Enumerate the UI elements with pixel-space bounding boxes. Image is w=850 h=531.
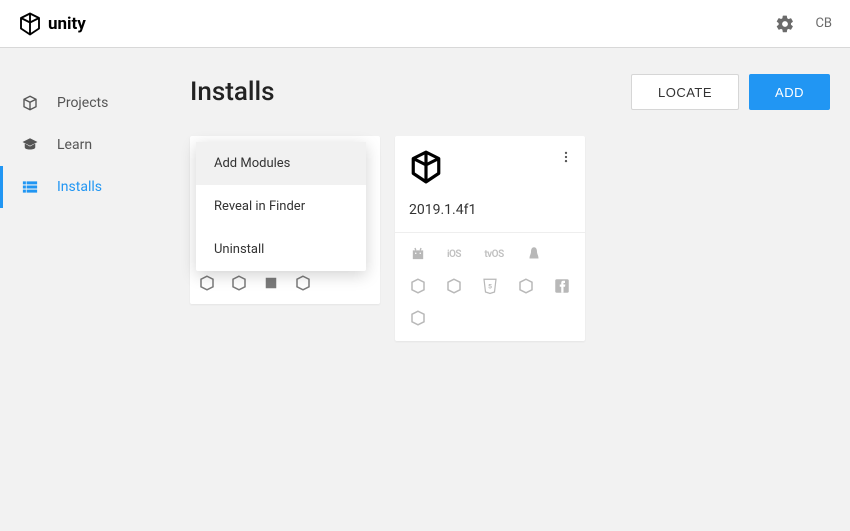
menu-add-modules[interactable]: Add Modules (196, 142, 366, 185)
android-icon (409, 245, 427, 263)
ios-icon: iOS (445, 245, 463, 263)
unity-cube-icon (18, 12, 42, 36)
platform-row: iOS tvOS 5 (395, 233, 585, 341)
page-title: Installs (190, 77, 275, 107)
sidebar: Projects Learn Installs (0, 48, 180, 531)
platform-icon (198, 274, 216, 292)
add-button[interactable]: ADD (749, 74, 830, 110)
list-icon (21, 178, 39, 196)
platform-row-partial (198, 274, 312, 292)
unity-logo: unity (18, 12, 86, 36)
tvos-icon: tvOS (481, 245, 507, 263)
svg-text:5: 5 (488, 282, 492, 290)
install-card: Add Modules Reveal in Finder Uninstall (190, 136, 380, 304)
user-initials[interactable]: CB (815, 16, 832, 31)
cube-icon (21, 94, 39, 112)
facebook-icon (553, 277, 571, 295)
install-context-menu: Add Modules Reveal in Finder Uninstall (196, 142, 366, 271)
kebab-icon[interactable] (557, 148, 575, 166)
sidebar-item-installs[interactable]: Installs (0, 166, 180, 208)
install-card: 2019.1.4f1 iOS tvOS 5 (395, 136, 585, 341)
gear-icon[interactable] (775, 14, 795, 34)
install-version: 2019.1.4f1 (395, 198, 585, 232)
locate-button[interactable]: LOCATE (631, 74, 739, 110)
sidebar-item-label: Projects (57, 95, 108, 111)
platform-icon (262, 274, 280, 292)
sidebar-item-projects[interactable]: Projects (0, 82, 180, 124)
unity-platform-icon (409, 277, 427, 295)
unity-platform-icon (445, 277, 463, 295)
graduation-cap-icon (21, 136, 39, 154)
sidebar-item-learn[interactable]: Learn (0, 124, 180, 166)
sidebar-item-label: Learn (57, 137, 92, 153)
platform-icon (294, 274, 312, 292)
platform-icon (230, 274, 248, 292)
app-header: unity CB (0, 0, 850, 48)
unity-cube-icon (409, 150, 571, 188)
unity-platform-icon (517, 277, 535, 295)
sidebar-item-label: Installs (57, 179, 102, 195)
linux-icon (525, 245, 543, 263)
brand-text: unity (48, 14, 86, 34)
menu-reveal-in-finder[interactable]: Reveal in Finder (196, 185, 366, 228)
html5-icon: 5 (481, 277, 499, 295)
menu-uninstall[interactable]: Uninstall (196, 228, 366, 271)
unity-platform-icon (409, 309, 427, 327)
